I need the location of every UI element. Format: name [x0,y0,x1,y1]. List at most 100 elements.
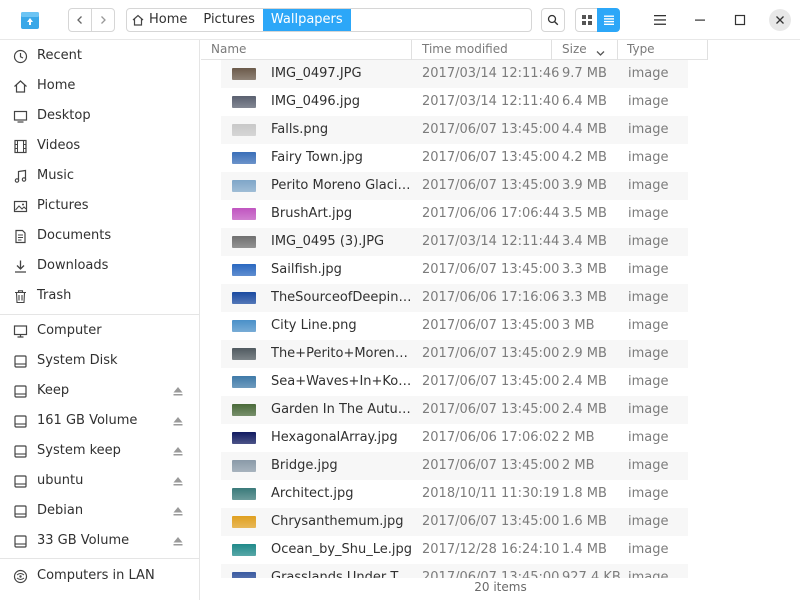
file-thumbnail [232,68,256,80]
sidebar-item-label: Keep [37,383,70,398]
disk-icon [12,413,28,429]
file-type: image [628,318,669,333]
disk-icon [12,473,28,489]
sidebar-divider [0,558,200,559]
sidebar-item-computer[interactable]: Computer [0,316,200,346]
column-divider[interactable] [411,40,412,60]
table-row[interactable]: Perito Moreno Glacier.jpg 2017/06/07 13:4… [221,172,688,200]
file-modified: 2017/06/07 13:45:00 [422,122,560,137]
sidebar-item-documents[interactable]: Documents [0,221,200,251]
column-modified[interactable]: Time modified [422,42,508,56]
file-size: 1.4 MB [562,542,607,557]
breadcrumb-label: Home [149,12,188,27]
sidebar-item-33gb-volume[interactable]: 33 GB Volume [0,526,200,556]
file-modified: 2017/06/07 13:45:00 [422,346,560,361]
table-row[interactable]: Bridge.jpg 2017/06/07 13:45:00 2 MB image [221,452,688,480]
file-type: image [628,514,669,529]
file-type: image [628,94,669,109]
file-size: 1.6 MB [562,514,607,529]
close-button[interactable] [768,8,792,32]
table-row[interactable]: HexagonalArray.jpg 2017/06/06 17:06:02 2 M… [221,424,688,452]
file-type: image [628,178,669,193]
column-name[interactable]: Name [211,42,246,56]
sidebar-item-desktop[interactable]: Desktop [0,101,200,131]
back-button[interactable] [68,8,92,32]
eject-icon[interactable] [172,445,184,457]
file-type: image [628,262,669,277]
sidebar-item-keep[interactable]: Keep [0,376,200,406]
eject-icon[interactable] [172,415,184,427]
column-divider[interactable] [707,40,708,60]
sidebar-item-161gb-volume[interactable]: 161 GB Volume [0,406,200,436]
eject-icon[interactable] [172,475,184,487]
sidebar-item-label: Downloads [37,258,109,273]
table-row[interactable]: Sea+Waves+In+Koules.jpg 2017/06/07 13:45:… [221,368,688,396]
sidebar-item-debian[interactable]: Debian [0,496,200,526]
eject-icon[interactable] [172,505,184,517]
search-button[interactable] [541,8,565,32]
sidebar-item-system-disk[interactable]: System Disk [0,346,200,376]
file-type: image [628,402,669,417]
table-row[interactable]: Garden In The Autumn.jpg 2017/06/07 13:45… [221,396,688,424]
disk-icon [12,443,28,459]
file-size: 4.2 MB [562,150,607,165]
sidebar-item-music[interactable]: Music [0,161,200,191]
sidebar-item-downloads[interactable]: Downloads [0,251,200,281]
table-row[interactable]: IMG_0497.JPG 2017/03/14 12:11:46 9.7 MB ima… [221,60,688,88]
table-row[interactable]: Ocean_by_Shu_Le.jpg 2017/12/28 16:24:10 1.… [221,536,688,564]
table-row[interactable]: TheSourceofDeepin.jpg 2017/06/06 17:16:06… [221,284,688,312]
file-type: image [628,458,669,473]
sidebar-item-label: Trash [37,288,72,303]
grid-icon [581,15,592,25]
sidebar-item-recent[interactable]: Recent [0,41,200,71]
sidebar-item-label: System keep [37,443,121,458]
eject-icon[interactable] [172,535,184,547]
column-divider[interactable] [617,40,618,60]
sidebar-item-videos[interactable]: Videos [0,131,200,161]
file-size: 3.3 MB [562,262,607,277]
breadcrumb-wallpapers[interactable]: Wallpapers [262,9,351,31]
eject-icon[interactable] [172,385,184,397]
document-icon [12,228,28,244]
sidebar-item-pictures[interactable]: Pictures [0,191,200,221]
file-name: Sea+Waves+In+Koules.jpg [271,374,413,389]
sidebar-item-trash[interactable]: Trash [0,281,200,311]
file-size: 4.4 MB [562,122,607,137]
breadcrumb-pictures[interactable]: Pictures [195,9,262,31]
table-row[interactable]: City Line.png 2017/06/07 13:45:00 3 MB imag… [221,312,688,340]
forward-button[interactable] [91,8,115,32]
sidebar-item-label: Computers in LAN [37,568,155,583]
table-row[interactable]: Sailfish.jpg 2017/06/07 13:45:00 3.3 MB ima… [221,256,688,284]
breadcrumb-home[interactable]: Home [127,9,195,31]
table-row[interactable]: Fairy Town.jpg 2017/06/07 13:45:00 4.2 MB i… [221,144,688,172]
sidebar-item-home[interactable]: Home [0,71,200,101]
maximize-button[interactable] [728,8,752,32]
table-row[interactable]: The+Perito+Moreno+Glacier.jpg 2017/06/07 … [221,340,688,368]
file-modified: 2017/03/14 12:11:46 [422,66,560,81]
sidebar-item-computers-in-lan[interactable]: Computers in LAN [0,561,200,591]
file-size: 3.3 MB [562,290,607,305]
sidebar-item-system-keep[interactable]: System keep [0,436,200,466]
list-view-button[interactable] [597,8,620,32]
table-row[interactable]: Architect.jpg 2018/10/11 11:30:19 1.8 MB im… [221,480,688,508]
minimize-button[interactable] [688,8,712,32]
table-row[interactable]: Falls.png 2017/06/07 13:45:00 4.4 MB image [221,116,688,144]
file-thumbnail [232,264,256,276]
sidebar-item-label: ubuntu [37,473,84,488]
main-menu-button[interactable] [648,8,672,32]
table-row[interactable]: Chrysanthemum.jpg 2017/06/07 13:45:00 1.6 … [221,508,688,536]
icon-view-button[interactable] [575,8,598,32]
sidebar-item-ubuntu[interactable]: ubuntu [0,466,200,496]
table-row[interactable]: IMG_0495 (3).JPG 2017/03/14 12:11:44 3.4 M… [221,228,688,256]
status-bar: 20 items [474,580,527,594]
column-type[interactable]: Type [627,42,655,56]
table-row[interactable]: IMG_0496.jpg 2017/03/14 12:11:40 6.4 MB ima… [221,88,688,116]
table-row[interactable]: Grasslands Under The... 2017/06/07 13:45:… [221,564,688,578]
column-divider[interactable] [551,40,552,60]
chevron-down-icon[interactable] [596,46,605,61]
file-manager-icon[interactable] [20,10,40,30]
table-row[interactable]: BrushArt.jpg 2017/06/06 17:06:44 3.5 MB ima… [221,200,688,228]
file-name: City Line.png [271,318,357,333]
breadcrumb: Home Pictures Wallpapers [126,8,532,32]
column-size[interactable]: Size [562,42,587,56]
